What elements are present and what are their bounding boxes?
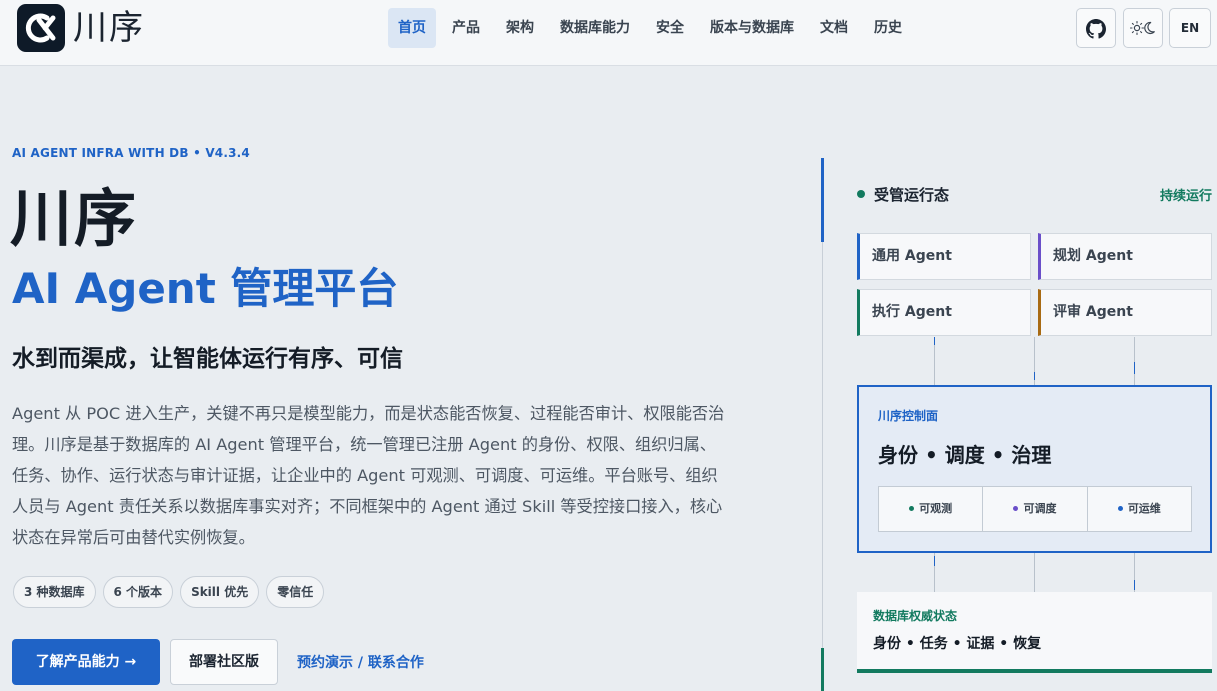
- connector-pulse: [934, 337, 935, 345]
- nav-item-security[interactable]: 安全: [646, 8, 694, 48]
- agent-card-planning: 规划 Agent: [1038, 233, 1212, 280]
- learn-product-button[interactable]: 了解产品能力 →: [12, 639, 160, 685]
- capability-row: 可观测 可调度 可运维: [878, 486, 1192, 532]
- control-plane-label: 川序控制面: [878, 409, 939, 423]
- capability-label: 可观测: [919, 502, 953, 515]
- capability-observable: 可观测: [879, 487, 984, 531]
- connector-line: [1134, 337, 1135, 385]
- sun-moon-icon: [1129, 20, 1155, 36]
- deploy-community-button[interactable]: 部署社区版: [170, 639, 278, 685]
- hero-title: 川序: [10, 182, 139, 255]
- pill-editions: 6 个版本: [102, 576, 174, 608]
- main-nav: 首页 产品 架构 数据库能力 安全 版本与数据库 文档 历史: [388, 8, 918, 48]
- feature-pills: 3 种数据库 6 个版本 Skill 优先 零信任: [13, 576, 331, 608]
- nav-item-home[interactable]: 首页: [388, 8, 436, 48]
- hero-eyebrow: AI AGENT INFRA WITH DB • V4.3.4: [12, 146, 250, 160]
- connector-pulse: [1134, 362, 1135, 374]
- capability-label: 可调度: [1023, 502, 1057, 515]
- database-state-label: 数据库权威状态: [873, 609, 958, 623]
- top-header: 川序 首页 产品 架构 数据库能力 安全 版本与数据库 文档 历史 EN: [0, 0, 1217, 66]
- nav-item-architecture[interactable]: 架构: [496, 8, 544, 48]
- pill-skill-first: Skill 优先: [180, 576, 260, 608]
- hero-subtitle: AI Agent 管理平台: [12, 264, 399, 313]
- control-plane-title: 身份 • 调度 • 治理: [878, 443, 1052, 467]
- language-button[interactable]: EN: [1169, 8, 1211, 48]
- status-title: 受管运行态: [874, 186, 950, 204]
- hero-description: Agent 从 POC 进入生产，关键不再只是模型能力，而是状态能否恢复、过程能…: [12, 404, 725, 547]
- connector-line: [1034, 553, 1035, 592]
- status-dot-icon: [857, 190, 865, 198]
- control-plane-card: 川序控制面 身份 • 调度 • 治理 可观测 可调度 可运维: [857, 385, 1212, 553]
- nav-item-history[interactable]: 历史: [864, 8, 912, 48]
- database-state-card: 数据库权威状态 身份 • 任务 • 证据 • 恢复: [857, 592, 1212, 673]
- nav-item-editions[interactable]: 版本与数据库: [700, 8, 804, 48]
- capability-operable: 可运维: [1088, 487, 1191, 531]
- agent-card-general: 通用 Agent: [857, 233, 1031, 280]
- database-state-title: 身份 • 任务 • 证据 • 恢复: [873, 636, 1042, 652]
- connector-pulse: [934, 556, 935, 566]
- nav-item-docs[interactable]: 文档: [810, 8, 858, 48]
- connector-pulse: [1134, 580, 1135, 590]
- agent-card-review: 评审 Agent: [1038, 289, 1212, 336]
- brand-name[interactable]: 川序: [73, 6, 145, 50]
- hero-tagline: 水到而渠成，让智能体运行有序、可信: [12, 346, 403, 372]
- github-button[interactable]: [1076, 8, 1116, 48]
- pill-databases: 3 种数据库: [13, 576, 96, 608]
- dot-icon: [1117, 505, 1123, 511]
- status-running-label: 持续运行: [1160, 189, 1213, 204]
- divider-accent-blue: [821, 158, 824, 242]
- book-demo-link[interactable]: 预约演示 / 联系合作: [297, 652, 424, 672]
- nav-item-product[interactable]: 产品: [442, 8, 490, 48]
- agent-card-execution: 执行 Agent: [857, 289, 1031, 336]
- capability-label: 可运维: [1127, 502, 1161, 515]
- pill-zero-trust: 零信任: [266, 576, 325, 608]
- dot-icon: [909, 505, 915, 511]
- divider-accent-green: [821, 648, 824, 691]
- theme-toggle-button[interactable]: [1123, 8, 1163, 48]
- nav-item-database[interactable]: 数据库能力: [550, 8, 640, 48]
- connector-pulse: [1034, 372, 1035, 380]
- dot-icon: [1013, 505, 1019, 511]
- github-icon: [1086, 19, 1106, 39]
- logo-icon[interactable]: [17, 4, 65, 52]
- capability-schedulable: 可调度: [983, 487, 1088, 531]
